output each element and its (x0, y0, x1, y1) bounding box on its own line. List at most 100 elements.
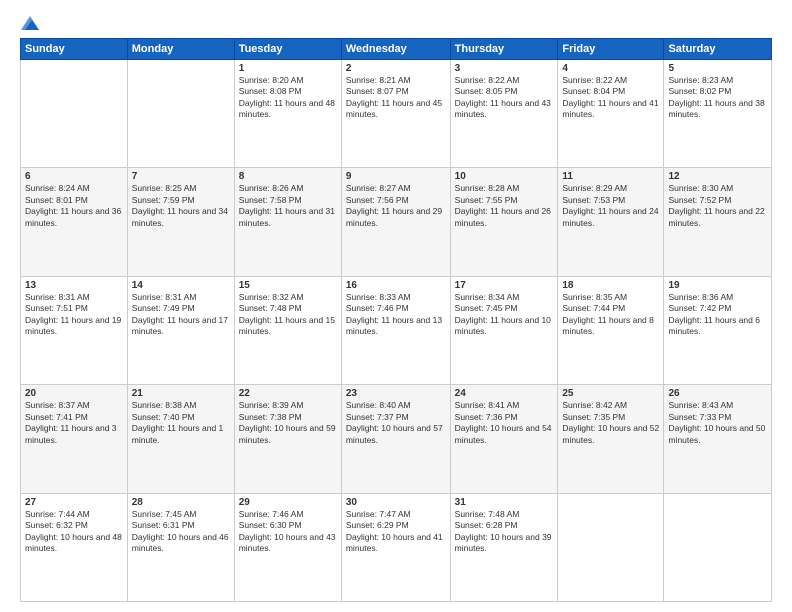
day-info: Sunrise: 8:29 AM Sunset: 7:53 PM Dayligh… (562, 183, 659, 229)
weekday-header-monday: Monday (127, 39, 234, 60)
calendar-cell (127, 60, 234, 168)
day-number: 2 (346, 63, 446, 74)
day-number: 23 (346, 388, 446, 399)
day-number: 9 (346, 171, 446, 182)
day-number: 4 (562, 63, 659, 74)
calendar-cell: 31Sunrise: 7:48 AM Sunset: 6:28 PM Dayli… (450, 493, 558, 601)
day-info: Sunrise: 8:27 AM Sunset: 7:56 PM Dayligh… (346, 183, 446, 229)
weekday-header-thursday: Thursday (450, 39, 558, 60)
day-number: 17 (455, 280, 554, 291)
logo (20, 16, 39, 30)
page: SundayMondayTuesdayWednesdayThursdayFrid… (0, 0, 792, 612)
calendar-cell (558, 493, 664, 601)
week-row-4: 20Sunrise: 8:37 AM Sunset: 7:41 PM Dayli… (21, 385, 772, 493)
day-number: 15 (239, 280, 337, 291)
weekday-header-friday: Friday (558, 39, 664, 60)
calendar-cell: 3Sunrise: 8:22 AM Sunset: 8:05 PM Daylig… (450, 60, 558, 168)
day-info: Sunrise: 8:20 AM Sunset: 8:08 PM Dayligh… (239, 75, 337, 121)
calendar-cell: 14Sunrise: 8:31 AM Sunset: 7:49 PM Dayli… (127, 276, 234, 384)
day-number: 11 (562, 171, 659, 182)
day-number: 25 (562, 388, 659, 399)
day-number: 6 (25, 171, 123, 182)
day-info: Sunrise: 8:25 AM Sunset: 7:59 PM Dayligh… (132, 183, 230, 229)
calendar-cell: 27Sunrise: 7:44 AM Sunset: 6:32 PM Dayli… (21, 493, 128, 601)
week-row-3: 13Sunrise: 8:31 AM Sunset: 7:51 PM Dayli… (21, 276, 772, 384)
day-info: Sunrise: 8:22 AM Sunset: 8:04 PM Dayligh… (562, 75, 659, 121)
day-info: Sunrise: 8:41 AM Sunset: 7:36 PM Dayligh… (455, 400, 554, 446)
day-number: 19 (668, 280, 767, 291)
weekday-header-row: SundayMondayTuesdayWednesdayThursdayFrid… (21, 39, 772, 60)
logo-text (20, 16, 39, 30)
day-number: 24 (455, 388, 554, 399)
day-info: Sunrise: 7:45 AM Sunset: 6:31 PM Dayligh… (132, 509, 230, 555)
day-number: 13 (25, 280, 123, 291)
day-number: 7 (132, 171, 230, 182)
day-info: Sunrise: 8:26 AM Sunset: 7:58 PM Dayligh… (239, 183, 337, 229)
week-row-2: 6Sunrise: 8:24 AM Sunset: 8:01 PM Daylig… (21, 168, 772, 276)
day-info: Sunrise: 8:33 AM Sunset: 7:46 PM Dayligh… (346, 292, 446, 338)
calendar-cell: 22Sunrise: 8:39 AM Sunset: 7:38 PM Dayli… (234, 385, 341, 493)
day-info: Sunrise: 8:32 AM Sunset: 7:48 PM Dayligh… (239, 292, 337, 338)
day-info: Sunrise: 8:40 AM Sunset: 7:37 PM Dayligh… (346, 400, 446, 446)
day-info: Sunrise: 7:46 AM Sunset: 6:30 PM Dayligh… (239, 509, 337, 555)
day-info: Sunrise: 8:39 AM Sunset: 7:38 PM Dayligh… (239, 400, 337, 446)
weekday-header-saturday: Saturday (664, 39, 772, 60)
day-info: Sunrise: 8:38 AM Sunset: 7:40 PM Dayligh… (132, 400, 230, 446)
day-number: 28 (132, 497, 230, 508)
weekday-header-sunday: Sunday (21, 39, 128, 60)
calendar-cell: 21Sunrise: 8:38 AM Sunset: 7:40 PM Dayli… (127, 385, 234, 493)
calendar-cell: 15Sunrise: 8:32 AM Sunset: 7:48 PM Dayli… (234, 276, 341, 384)
calendar-cell (664, 493, 772, 601)
day-number: 30 (346, 497, 446, 508)
calendar-cell: 7Sunrise: 8:25 AM Sunset: 7:59 PM Daylig… (127, 168, 234, 276)
calendar-table: SundayMondayTuesdayWednesdayThursdayFrid… (20, 38, 772, 602)
day-number: 8 (239, 171, 337, 182)
day-info: Sunrise: 8:42 AM Sunset: 7:35 PM Dayligh… (562, 400, 659, 446)
calendar-cell: 28Sunrise: 7:45 AM Sunset: 6:31 PM Dayli… (127, 493, 234, 601)
calendar-cell: 19Sunrise: 8:36 AM Sunset: 7:42 PM Dayli… (664, 276, 772, 384)
calendar-cell: 29Sunrise: 7:46 AM Sunset: 6:30 PM Dayli… (234, 493, 341, 601)
calendar-cell (21, 60, 128, 168)
day-number: 31 (455, 497, 554, 508)
calendar-cell: 26Sunrise: 8:43 AM Sunset: 7:33 PM Dayli… (664, 385, 772, 493)
day-number: 12 (668, 171, 767, 182)
logo-icon (21, 16, 39, 30)
calendar-cell: 16Sunrise: 8:33 AM Sunset: 7:46 PM Dayli… (341, 276, 450, 384)
week-row-1: 1Sunrise: 8:20 AM Sunset: 8:08 PM Daylig… (21, 60, 772, 168)
week-row-5: 27Sunrise: 7:44 AM Sunset: 6:32 PM Dayli… (21, 493, 772, 601)
day-info: Sunrise: 7:48 AM Sunset: 6:28 PM Dayligh… (455, 509, 554, 555)
day-number: 26 (668, 388, 767, 399)
calendar-cell: 2Sunrise: 8:21 AM Sunset: 8:07 PM Daylig… (341, 60, 450, 168)
weekday-header-tuesday: Tuesday (234, 39, 341, 60)
day-number: 22 (239, 388, 337, 399)
day-number: 1 (239, 63, 337, 74)
calendar-cell: 13Sunrise: 8:31 AM Sunset: 7:51 PM Dayli… (21, 276, 128, 384)
day-info: Sunrise: 8:28 AM Sunset: 7:55 PM Dayligh… (455, 183, 554, 229)
day-info: Sunrise: 8:30 AM Sunset: 7:52 PM Dayligh… (668, 183, 767, 229)
day-info: Sunrise: 8:21 AM Sunset: 8:07 PM Dayligh… (346, 75, 446, 121)
calendar-cell: 25Sunrise: 8:42 AM Sunset: 7:35 PM Dayli… (558, 385, 664, 493)
day-info: Sunrise: 8:24 AM Sunset: 8:01 PM Dayligh… (25, 183, 123, 229)
day-info: Sunrise: 8:43 AM Sunset: 7:33 PM Dayligh… (668, 400, 767, 446)
day-number: 16 (346, 280, 446, 291)
day-info: Sunrise: 8:35 AM Sunset: 7:44 PM Dayligh… (562, 292, 659, 338)
calendar-cell: 6Sunrise: 8:24 AM Sunset: 8:01 PM Daylig… (21, 168, 128, 276)
day-info: Sunrise: 8:37 AM Sunset: 7:41 PM Dayligh… (25, 400, 123, 446)
calendar-cell: 23Sunrise: 8:40 AM Sunset: 7:37 PM Dayli… (341, 385, 450, 493)
day-number: 29 (239, 497, 337, 508)
day-number: 14 (132, 280, 230, 291)
calendar-cell: 1Sunrise: 8:20 AM Sunset: 8:08 PM Daylig… (234, 60, 341, 168)
day-number: 20 (25, 388, 123, 399)
calendar-cell: 18Sunrise: 8:35 AM Sunset: 7:44 PM Dayli… (558, 276, 664, 384)
calendar-cell: 20Sunrise: 8:37 AM Sunset: 7:41 PM Dayli… (21, 385, 128, 493)
day-number: 18 (562, 280, 659, 291)
day-number: 21 (132, 388, 230, 399)
calendar-cell: 11Sunrise: 8:29 AM Sunset: 7:53 PM Dayli… (558, 168, 664, 276)
weekday-header-wednesday: Wednesday (341, 39, 450, 60)
day-info: Sunrise: 8:23 AM Sunset: 8:02 PM Dayligh… (668, 75, 767, 121)
day-info: Sunrise: 8:31 AM Sunset: 7:51 PM Dayligh… (25, 292, 123, 338)
calendar-cell: 4Sunrise: 8:22 AM Sunset: 8:04 PM Daylig… (558, 60, 664, 168)
day-info: Sunrise: 7:44 AM Sunset: 6:32 PM Dayligh… (25, 509, 123, 555)
calendar-cell: 24Sunrise: 8:41 AM Sunset: 7:36 PM Dayli… (450, 385, 558, 493)
calendar-cell: 8Sunrise: 8:26 AM Sunset: 7:58 PM Daylig… (234, 168, 341, 276)
